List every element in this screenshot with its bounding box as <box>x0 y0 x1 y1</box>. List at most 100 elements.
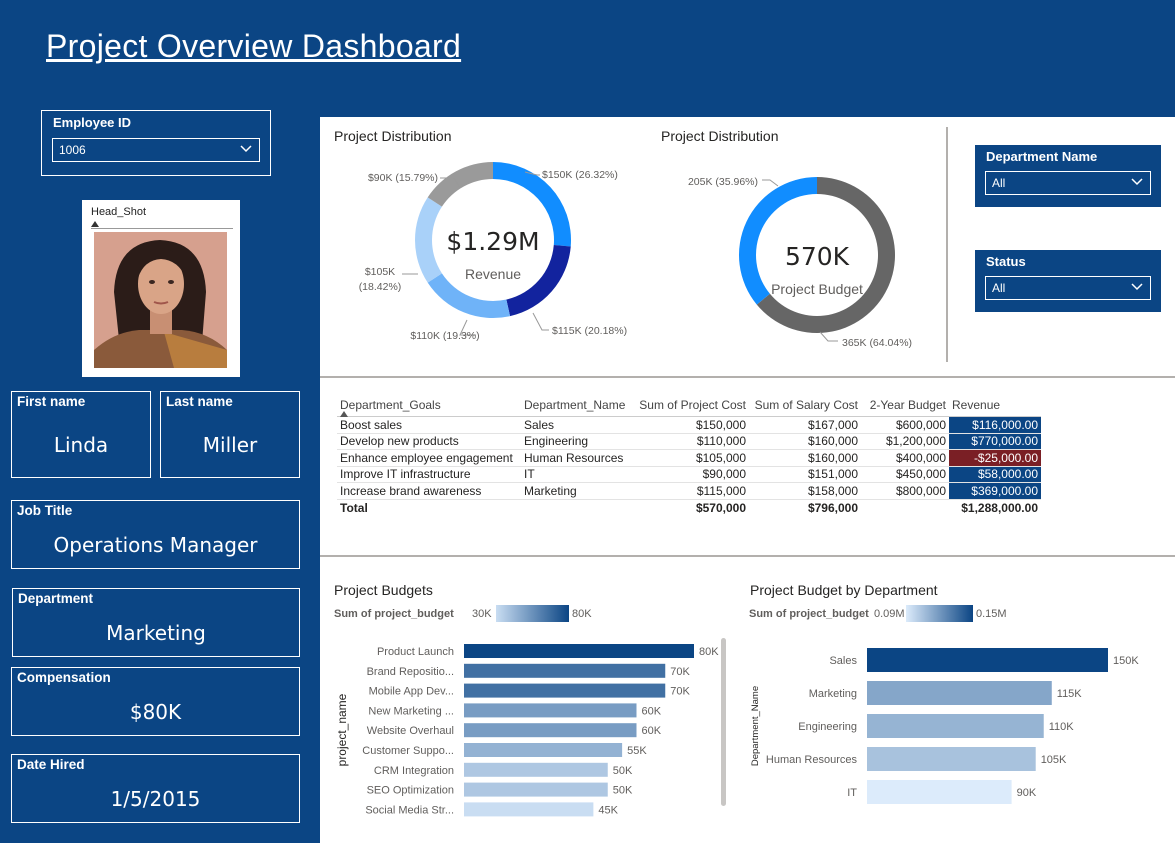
sort-up-icon <box>91 221 99 227</box>
column-header[interactable]: Department_Name <box>521 396 633 417</box>
bar[interactable] <box>464 683 666 698</box>
department-name-value: All <box>992 176 1006 190</box>
category-label: Sales <box>829 655 857 667</box>
table-cell: $151,000 <box>749 466 861 483</box>
table-total-cell: $570,000 <box>633 498 749 517</box>
bar[interactable] <box>867 648 1108 672</box>
budget-by-department-chart: Sum of project_budget 0.09M 0.15M Departmen… <box>749 605 1139 804</box>
category-label: IT <box>847 787 857 799</box>
bar[interactable] <box>464 762 608 777</box>
bar[interactable] <box>867 747 1036 771</box>
bar[interactable] <box>867 714 1044 738</box>
data-label: 50K <box>613 785 633 797</box>
column-header[interactable]: Sum of Salary Cost <box>749 396 861 417</box>
legend-label: Sum of project_budget <box>334 608 454 620</box>
table-cell: $160,000 <box>749 449 861 467</box>
bar[interactable] <box>867 681 1052 705</box>
category-label: Customer Suppo... <box>362 745 454 757</box>
column-header[interactable]: Sum of Project Cost <box>633 396 749 417</box>
revenue-donut-chart: $1.29M Revenue $150K (26.32%) $115K (20.18%… <box>359 162 627 342</box>
bar[interactable] <box>464 723 637 738</box>
data-label: 55K <box>627 745 647 757</box>
table-row[interactable]: Develop new products Engineering $110,000 $… <box>337 433 1041 450</box>
table-cell: Boost sales <box>337 416 521 434</box>
table-cell: $450,000 <box>861 466 949 483</box>
table-cell: Develop new products <box>337 433 521 450</box>
column-header[interactable]: Revenue <box>949 396 1041 417</box>
category-label: Marketing <box>809 688 857 700</box>
table-total-row: Total $570,000 $796,000 $1,288,000.00 <box>337 498 1041 517</box>
department-card: Department Marketing <box>12 588 300 657</box>
headshot-label: Head_Shot <box>91 206 147 218</box>
data-label: $90K (15.79%) <box>368 172 438 184</box>
employee-photo <box>94 232 227 368</box>
table-cell: Improve IT infrastructure <box>337 466 521 483</box>
budget-donut-chart: 570K Project Budget 365K (64.04%) 205K (35.… <box>688 176 912 349</box>
data-label: 365K (64.04%) <box>842 337 912 349</box>
bar[interactable] <box>867 780 1012 804</box>
compensation-label: Compensation <box>17 670 111 685</box>
department-value: Marketing <box>106 621 206 645</box>
donut-slice[interactable] <box>415 197 442 283</box>
project-budgets-chart: Sum of project_budget 30K 80K project_name P… <box>334 605 726 817</box>
category-label: CRM Integration <box>374 765 454 777</box>
table-cell: -$25,000.00 <box>949 449 1041 467</box>
legend-max: 80K <box>572 608 592 620</box>
table-total-cell <box>861 498 949 517</box>
job-title-label: Job Title <box>17 503 73 518</box>
last-name-label: Last name <box>166 394 233 409</box>
data-label: 80K <box>699 646 719 658</box>
table-cell: Enhance employee engagement <box>337 449 521 467</box>
revenue-donut-title: Project Distribution <box>334 128 452 144</box>
legend-max: 0.15M <box>976 608 1007 620</box>
table-row[interactable]: Improve IT infrastructure IT $90,000 $151,0… <box>337 466 1041 483</box>
label-leader-line <box>762 179 779 187</box>
column-header[interactable]: Department_Goals <box>337 396 521 417</box>
bar[interactable] <box>464 644 694 658</box>
bar[interactable] <box>464 802 594 817</box>
table-row[interactable]: Increase brand awareness Marketing $115,00… <box>337 482 1041 500</box>
scrollbar[interactable] <box>721 638 726 806</box>
bar[interactable] <box>464 743 623 757</box>
table-total-cell: Total <box>337 498 521 517</box>
table-cell: $105,000 <box>633 449 749 467</box>
employee-id-label: Employee ID <box>53 115 132 130</box>
data-label: 45K <box>598 804 618 816</box>
table-cell: $770,000.00 <box>949 433 1041 450</box>
department-name-dropdown[interactable]: All <box>985 171 1151 195</box>
status-value: All <box>992 281 1006 295</box>
date-hired-value: 1/5/2015 <box>110 787 201 811</box>
last-name-value: Miller <box>202 433 258 457</box>
donut-center-label: Revenue <box>465 266 521 282</box>
bar[interactable] <box>464 703 637 718</box>
donut-center-value: $1.29M <box>446 227 539 256</box>
data-label: 115K <box>1057 688 1083 700</box>
job-title-card: Job Title Operations Manager <box>11 500 300 569</box>
data-label: $150K (26.32%) <box>542 169 618 181</box>
category-label: Product Launch <box>377 646 454 658</box>
table-cell: $167,000 <box>749 416 861 434</box>
budget-by-department-title: Project Budget by Department <box>750 582 938 598</box>
status-dropdown[interactable]: All <box>985 276 1151 300</box>
table-cell: $800,000 <box>861 482 949 500</box>
divider <box>946 127 948 362</box>
table-cell: $158,000 <box>749 482 861 500</box>
category-label: Engineering <box>798 721 857 733</box>
table-cell: Increase brand awareness <box>337 482 521 500</box>
table-cell: IT <box>521 466 633 483</box>
table-cell: $369,000.00 <box>949 482 1041 500</box>
data-label: 70K <box>670 686 690 698</box>
table-cell: $400,000 <box>861 449 949 467</box>
department-name-label: Department Name <box>986 149 1098 164</box>
job-title-value: Operations Manager <box>53 533 258 557</box>
table-row[interactable]: Boost sales Sales $150,000 $167,000 $600,000… <box>337 416 1041 434</box>
column-header[interactable]: 2-Year Budget <box>861 396 949 417</box>
bar[interactable] <box>464 663 666 678</box>
donut-slice[interactable] <box>427 162 493 207</box>
table-row[interactable]: Enhance employee engagement Human Resourc… <box>337 449 1041 467</box>
bar[interactable] <box>464 782 608 797</box>
table-cell: Marketing <box>521 482 633 500</box>
date-hired-card: Date Hired 1/5/2015 <box>11 754 300 823</box>
employee-id-dropdown[interactable]: 1006 <box>52 138 260 162</box>
table-total-cell: $796,000 <box>749 498 861 517</box>
